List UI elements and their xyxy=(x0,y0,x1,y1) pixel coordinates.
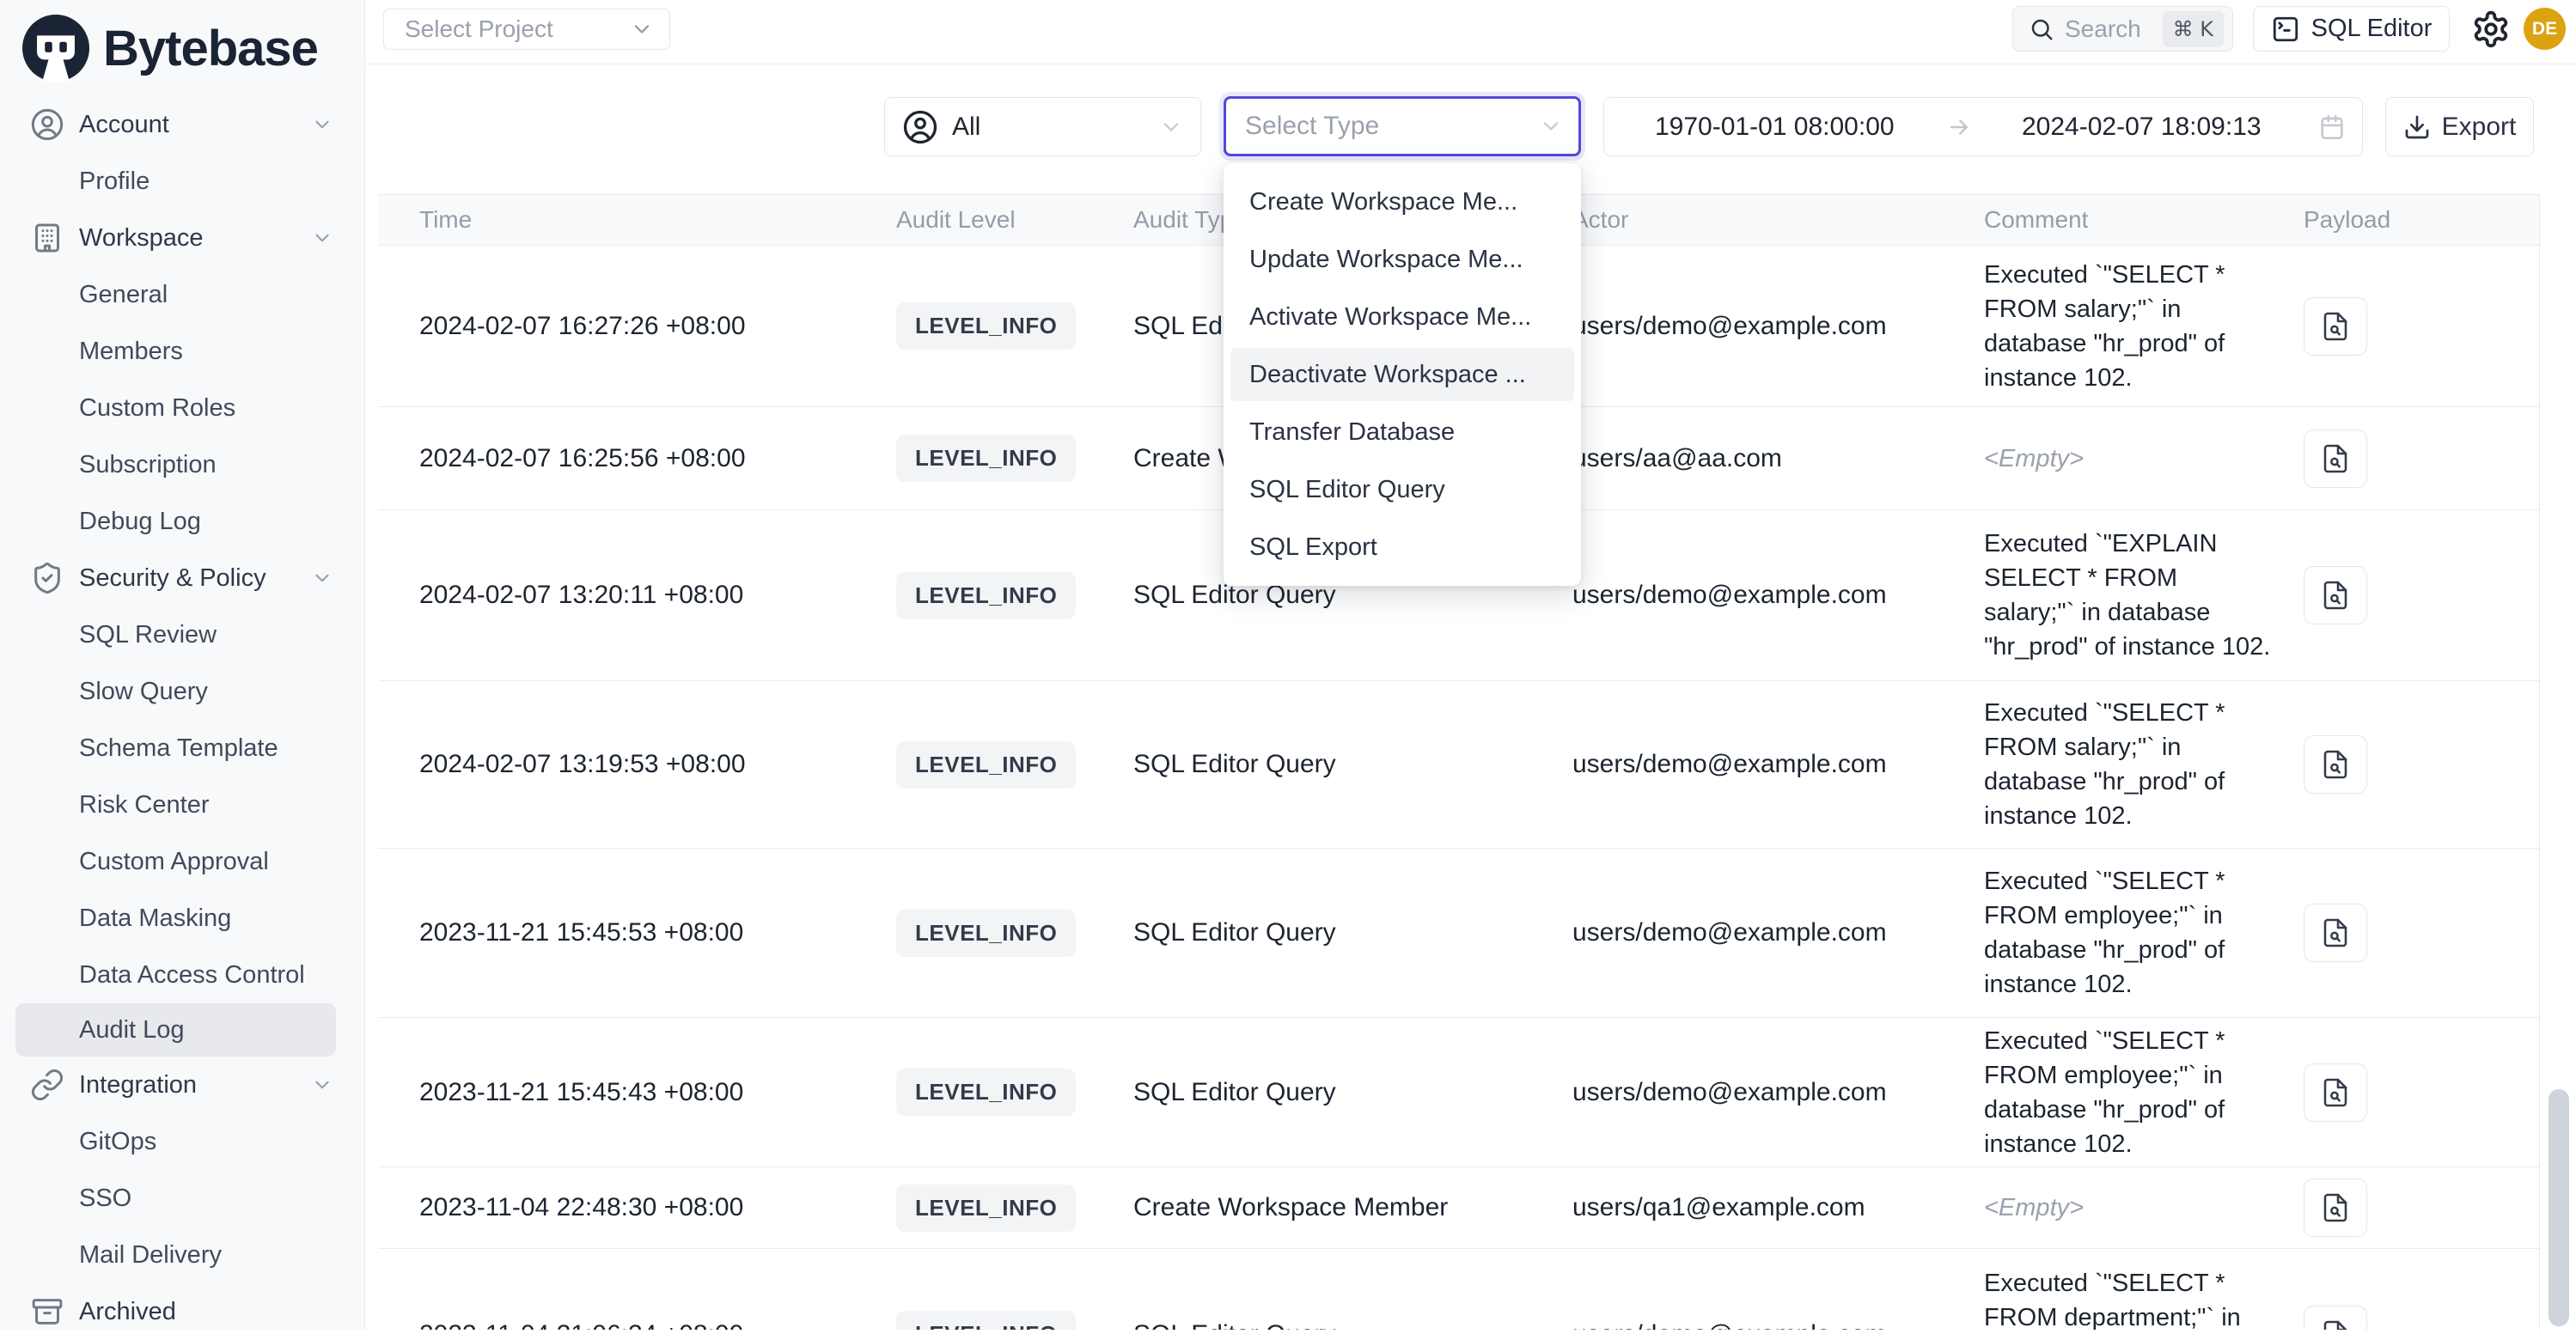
menu-item-create-workspace-member[interactable]: Create Workspace Me... xyxy=(1230,175,1574,228)
payload-view-button[interactable] xyxy=(2304,1063,2367,1122)
date-range-picker[interactable]: 1970-01-01 08:00:00 2024-02-07 18:09:13 xyxy=(1603,97,2363,156)
project-select[interactable]: Select Project xyxy=(383,9,670,50)
search-icon xyxy=(2029,16,2054,42)
chevron-down-icon xyxy=(311,1074,333,1096)
sidebar-item-archived[interactable]: Archived xyxy=(0,1283,364,1340)
chevron-down-icon xyxy=(311,113,333,136)
sidebar-item-subscription[interactable]: Subscription xyxy=(0,436,364,493)
sidebar: Bytebase Account Profile Workspace Gener… xyxy=(0,0,365,1330)
sidebar-item-profile[interactable]: Profile xyxy=(0,153,364,210)
payload-view-button[interactable] xyxy=(2304,297,2367,356)
level-badge: LEVEL_INFO xyxy=(896,302,1076,350)
table-row: 2023-11-04 22:48:30 +08:00 LEVEL_INFO Cr… xyxy=(378,1167,2539,1249)
col-header-audit-level: Audit Level xyxy=(896,206,1133,234)
sql-editor-button[interactable]: SQL Editor xyxy=(2253,6,2450,52)
link-icon xyxy=(28,1068,66,1102)
type-filter-placeholder: Select Type xyxy=(1245,112,1379,141)
sidebar-item-workspace[interactable]: Workspace xyxy=(0,210,364,266)
level-badge: LEVEL_INFO xyxy=(896,1185,1076,1232)
sidebar-item-data-masking[interactable]: Data Masking xyxy=(0,890,364,947)
calendar-icon xyxy=(2317,113,2347,142)
date-start-value[interactable]: 1970-01-01 08:00:00 xyxy=(1655,113,1895,142)
payload-view-button[interactable] xyxy=(2304,429,2367,488)
sidebar-item-account[interactable]: Account xyxy=(0,96,364,153)
sidebar-item-risk-center[interactable]: Risk Center xyxy=(0,777,364,833)
chevron-down-icon xyxy=(311,227,333,249)
level-badge: LEVEL_INFO xyxy=(896,572,1076,619)
chevron-down-icon xyxy=(1539,114,1563,138)
level-badge: LEVEL_INFO xyxy=(896,1311,1076,1330)
level-badge: LEVEL_INFO xyxy=(896,435,1076,482)
brand-name: Bytebase xyxy=(103,20,318,77)
shield-check-icon xyxy=(28,561,66,595)
col-header-actor: Actor xyxy=(1572,206,1984,234)
sidebar-item-debug-log[interactable]: Debug Log xyxy=(0,493,364,550)
sidebar-item-sso[interactable]: SSO xyxy=(0,1170,364,1227)
sidebar-item-audit-log[interactable]: Audit Log xyxy=(15,1003,336,1057)
payload-view-button[interactable] xyxy=(2304,566,2367,624)
level-badge: LEVEL_INFO xyxy=(896,741,1076,789)
search-shortcut-badge: ⌘ K xyxy=(2163,11,2224,47)
sidebar-item-custom-roles[interactable]: Custom Roles xyxy=(0,380,364,436)
sidebar-item-mail-delivery[interactable]: Mail Delivery xyxy=(0,1227,364,1283)
col-header-time: Time xyxy=(378,206,896,234)
payload-view-button[interactable] xyxy=(2304,1179,2367,1237)
sidebar-item-custom-approval[interactable]: Custom Approval xyxy=(0,833,364,890)
menu-item-deactivate-workspace-member[interactable]: Deactivate Workspace ... xyxy=(1230,348,1574,401)
user-circle-icon xyxy=(902,109,938,145)
menu-item-activate-workspace-member[interactable]: Activate Workspace Me... xyxy=(1230,290,1574,344)
level-badge: LEVEL_INFO xyxy=(896,910,1076,957)
col-header-comment: Comment xyxy=(1984,206,2304,234)
payload-view-button[interactable] xyxy=(2304,904,2367,962)
table-row: 2023-11-21 15:45:43 +08:00 LEVEL_INFO SQ… xyxy=(378,1018,2539,1167)
sidebar-item-members[interactable]: Members xyxy=(0,323,364,380)
search-placeholder: Search xyxy=(2065,15,2141,43)
chevron-down-icon xyxy=(1159,115,1183,139)
chevron-down-icon xyxy=(311,567,333,589)
menu-item-sql-export[interactable]: SQL Export xyxy=(1230,521,1574,574)
user-circle-icon xyxy=(28,107,66,142)
menu-item-transfer-database[interactable]: Transfer Database xyxy=(1230,405,1574,459)
payload-view-button[interactable] xyxy=(2304,1306,2367,1331)
chevron-down-icon xyxy=(630,17,654,41)
actor-filter-select[interactable]: All xyxy=(884,97,1201,156)
type-filter-menu: Create Workspace Me... Update Workspace … xyxy=(1224,163,1581,586)
archive-icon xyxy=(28,1294,66,1329)
avatar[interactable]: DE xyxy=(2524,8,2566,50)
sidebar-item-security-policy[interactable]: Security & Policy xyxy=(0,550,364,606)
arrow-right-icon xyxy=(1946,114,1972,140)
bytebase-logo[interactable]: Bytebase xyxy=(0,0,364,96)
settings-gear-icon[interactable] xyxy=(2471,9,2511,49)
sidebar-item-schema-template[interactable]: Schema Template xyxy=(0,720,364,777)
col-header-payload: Payload xyxy=(2304,206,2540,234)
search-input[interactable]: Search ⌘ K xyxy=(2012,6,2233,52)
sidebar-item-integration[interactable]: Integration xyxy=(0,1057,364,1113)
payload-view-button[interactable] xyxy=(2304,735,2367,794)
sidebar-item-general[interactable]: General xyxy=(0,266,364,323)
bytebase-logo-icon xyxy=(22,15,89,82)
terminal-icon xyxy=(2271,15,2300,44)
sidebar-item-sql-review[interactable]: SQL Review xyxy=(0,606,364,663)
level-badge: LEVEL_INFO xyxy=(896,1069,1076,1116)
menu-item-sql-editor-query[interactable]: SQL Editor Query xyxy=(1230,463,1574,516)
vertical-scrollbar-thumb[interactable] xyxy=(2549,1089,2569,1326)
sidebar-item-data-access-control[interactable]: Data Access Control xyxy=(0,947,364,1003)
menu-item-update-workspace-member[interactable]: Update Workspace Me... xyxy=(1230,233,1574,286)
sidebar-item-gitops[interactable]: GitOps xyxy=(0,1113,364,1170)
table-row: 2023-11-04 21:06:24 +08:00 LEVEL_INFO SQ… xyxy=(378,1249,2539,1330)
building-icon xyxy=(28,221,66,255)
download-icon xyxy=(2403,113,2431,141)
table-row: 2023-11-21 15:45:53 +08:00 LEVEL_INFO SQ… xyxy=(378,849,2539,1018)
type-filter-select[interactable]: Select Type xyxy=(1224,96,1581,156)
date-end-value[interactable]: 2024-02-07 18:09:13 xyxy=(2022,113,2262,142)
export-button[interactable]: Export xyxy=(2385,97,2534,156)
table-row: 2024-02-07 13:19:53 +08:00 LEVEL_INFO SQ… xyxy=(378,681,2539,849)
actor-filter-value: All xyxy=(952,113,980,142)
sidebar-item-slow-query[interactable]: Slow Query xyxy=(0,663,364,720)
